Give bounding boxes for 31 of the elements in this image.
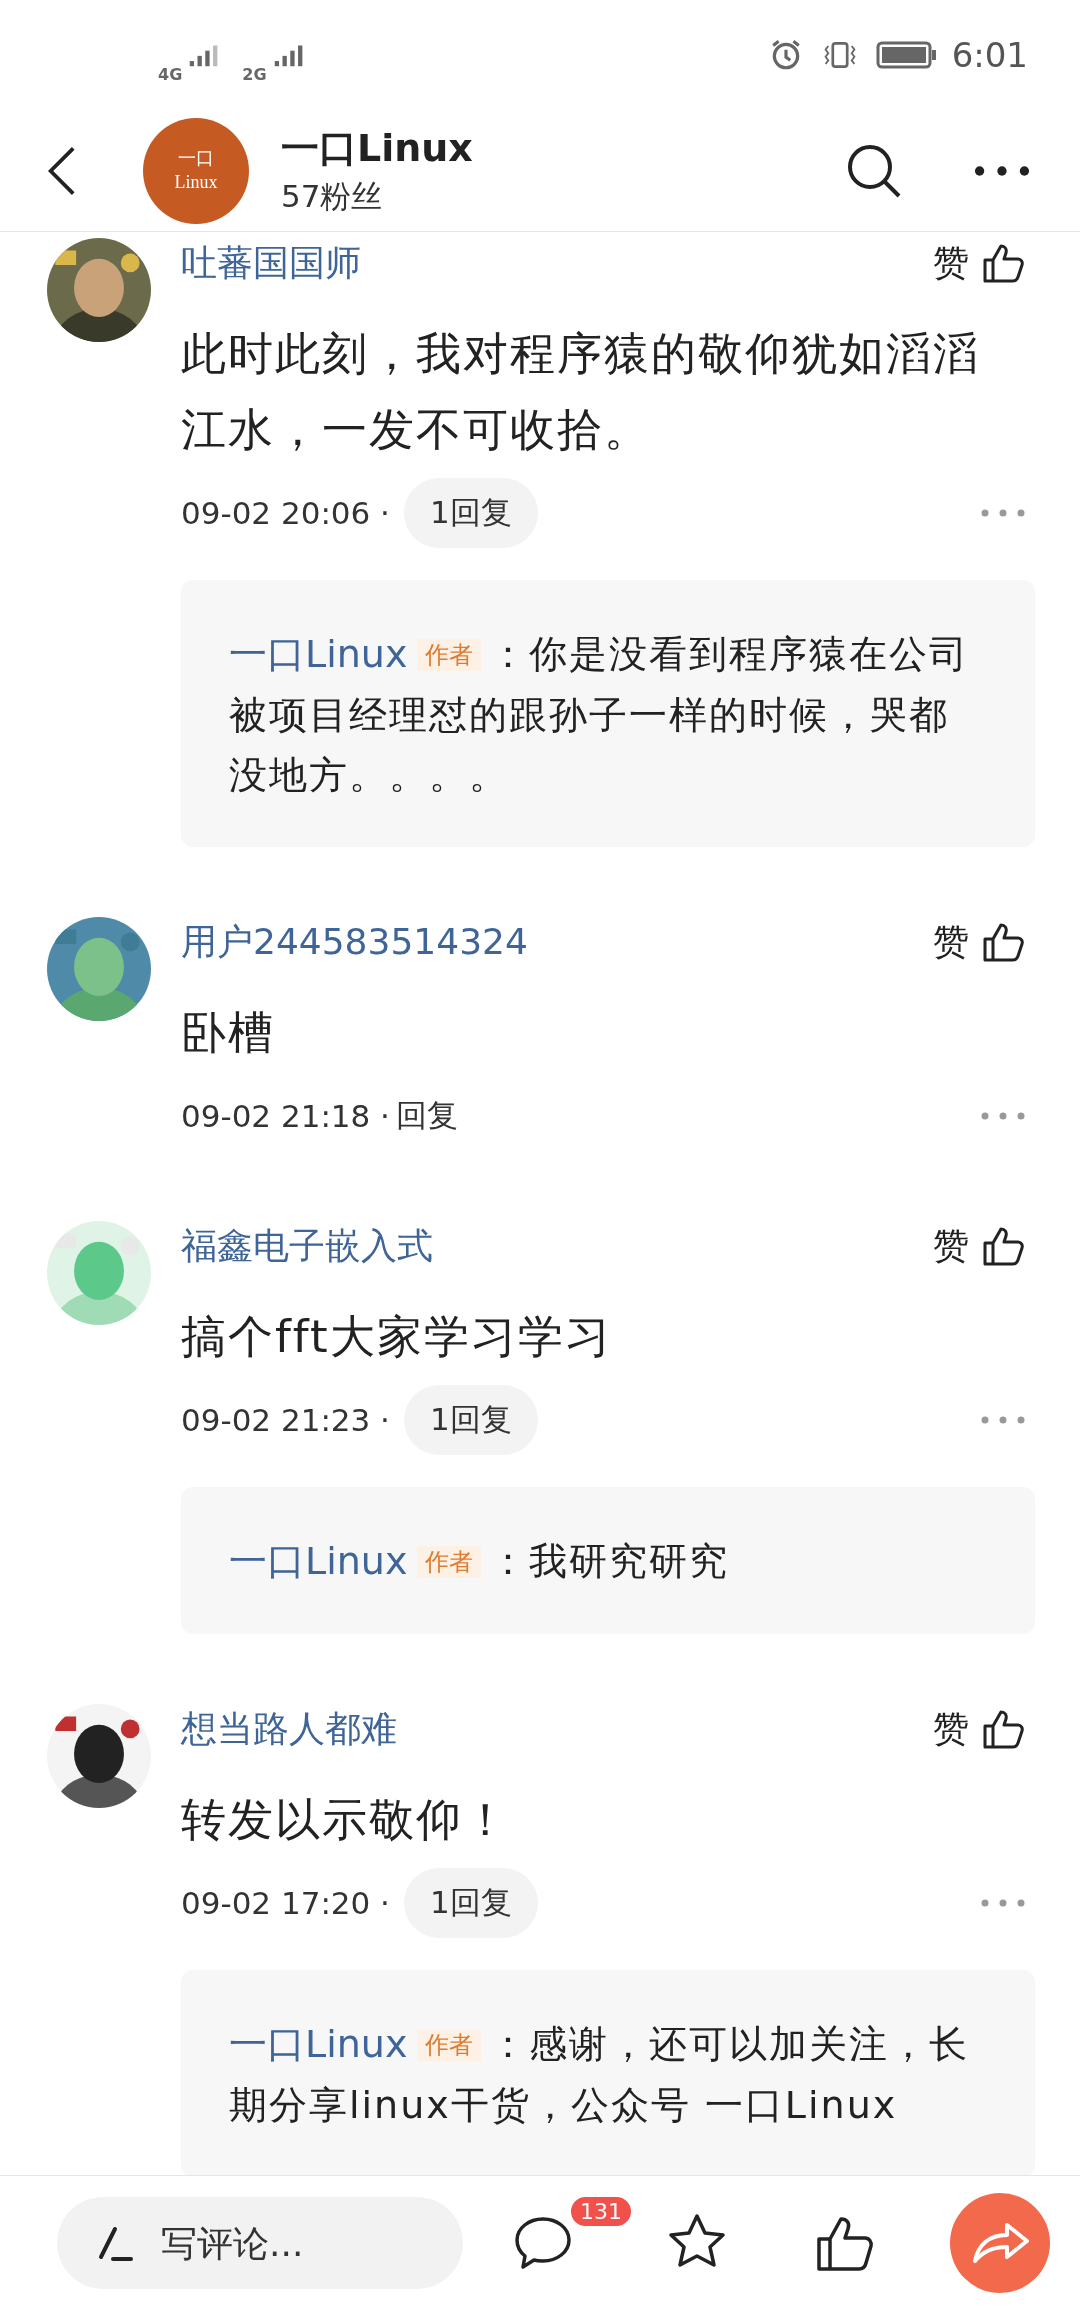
like-button[interactable]: 赞 [933,917,1025,967]
comment-text: 搞个fft大家学习学习 [181,1309,613,1365]
more-icon[interactable] [974,164,1030,177]
comment-count-badge: 131 [571,2197,631,2226]
comment-time: 09-02 20:06 · [181,495,390,531]
user-name[interactable]: 福鑫电子嵌入式 [181,1221,433,1271]
user-name[interactable]: 吐蕃国国师 [181,238,361,288]
comment-time: 09-02 21:23 · [181,1402,390,1438]
comment-text: 转发以示敬仰！ [181,1792,511,1848]
comment-time: 09-02 21:18 · [181,1098,390,1134]
channel-title: 一口Linux [281,125,474,172]
share-button[interactable] [950,2193,1050,2293]
comment-time: 09-02 17:20 · [181,1885,390,1921]
comment-input[interactable]: 写评论... [57,2197,463,2289]
like-button[interactable]: 赞 [933,1704,1025,1754]
comment-text: 此时此刻，我对程序猿的敬仰犹如滔滔江水，一发不可收拾。 [181,326,981,458]
user-name[interactable]: 想当路人都难 [181,1704,397,1754]
reply-button[interactable]: 1回复 [404,1385,538,1455]
clock-time: 6:01 [951,35,1028,75]
battery-icon [875,40,938,70]
follower-count: 57粉丝 [281,177,384,216]
network-label: 2G [242,64,267,84]
reply-button[interactable]: 1回复 [404,1868,538,1938]
comment-text: 卧槽 [181,1005,276,1061]
like-button[interactable]: 赞 [933,238,1025,288]
network-label: 4G [158,64,183,84]
reply-button[interactable]: 回复 [390,1095,458,1137]
user-name[interactable]: 用户244583514324 [181,917,528,967]
channel-avatar[interactable]: 一口 Linux [143,117,249,224]
reply-button[interactable]: 1回复 [404,478,538,548]
like-button[interactable]: 赞 [933,1221,1025,1271]
